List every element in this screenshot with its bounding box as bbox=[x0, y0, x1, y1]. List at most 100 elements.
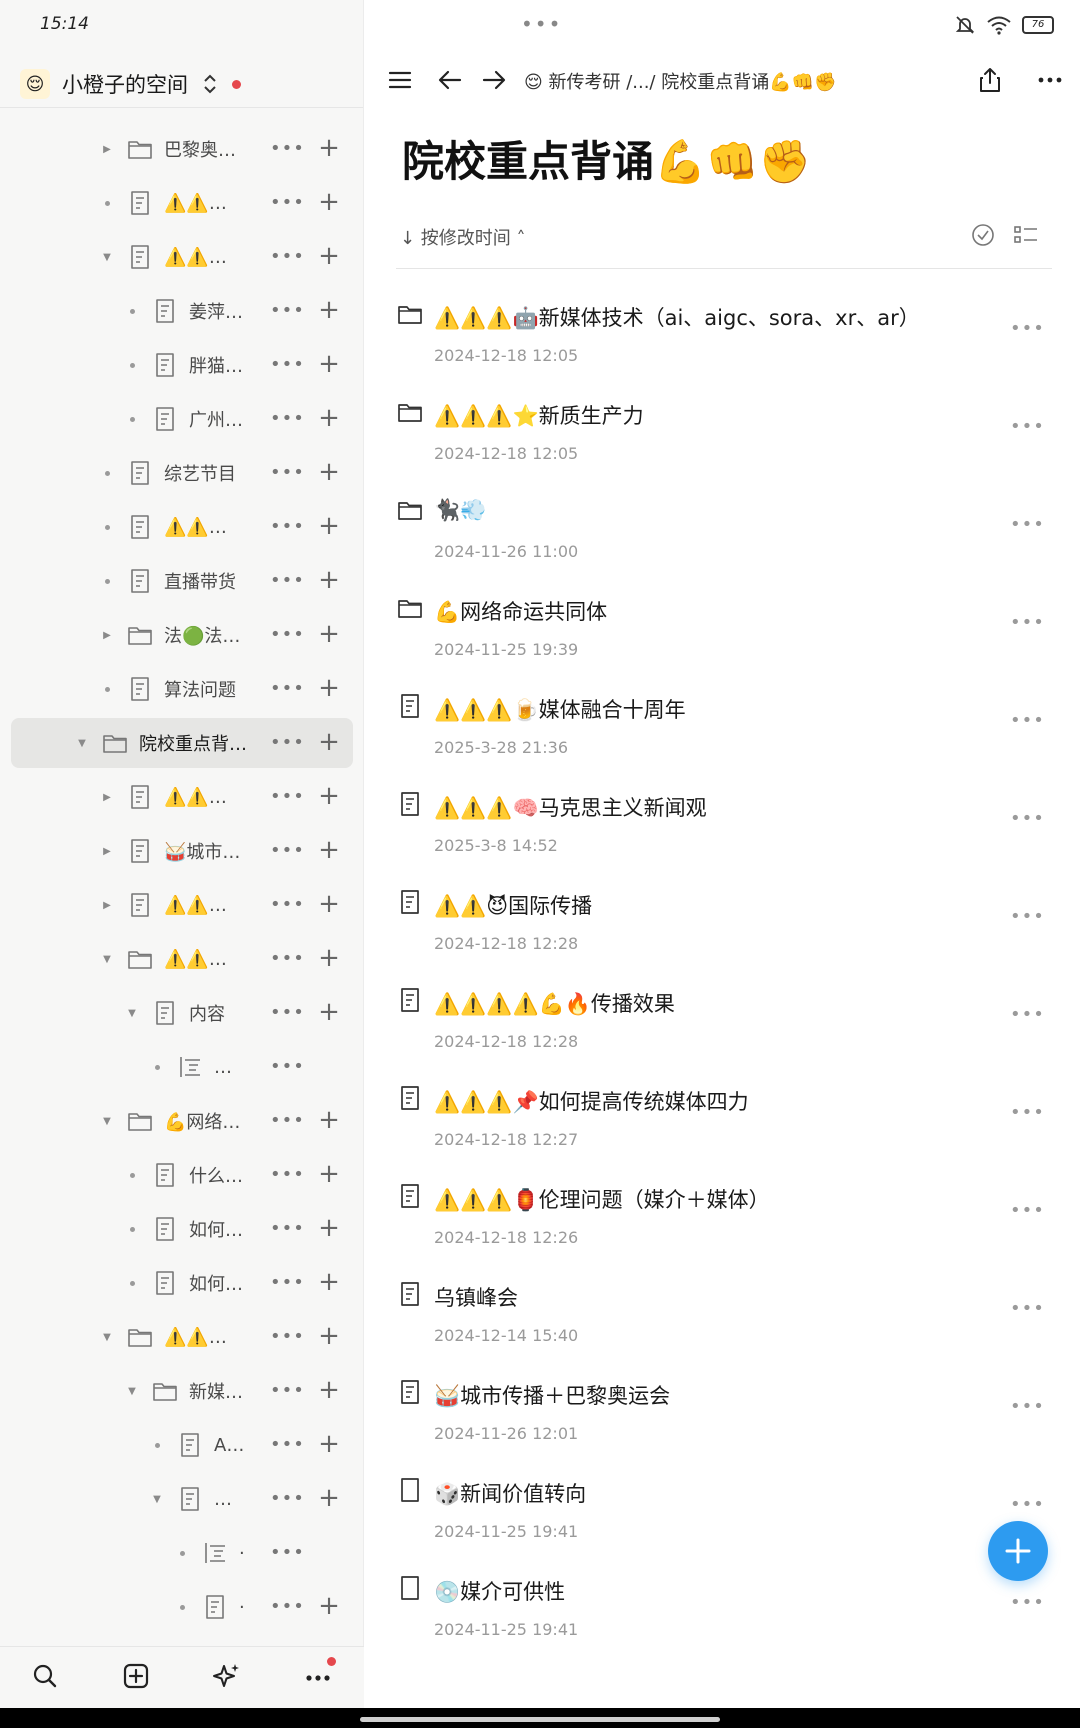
row-more-button[interactable]: ••• bbox=[270, 1488, 305, 1509]
sidebar-tree-item[interactable]: · ••• + bbox=[0, 1580, 364, 1634]
list-item[interactable]: ⚠️⚠️⚠️⚠️💪🔥传播效果 2024-12-18 12:28 ••• bbox=[364, 972, 1080, 1070]
item-more-button[interactable]: ••• bbox=[1010, 808, 1045, 829]
add-child-button[interactable]: + bbox=[318, 242, 340, 272]
list-item[interactable]: 乌镇峰会 2024-12-14 15:40 ••• bbox=[364, 1266, 1080, 1364]
add-child-button[interactable]: + bbox=[318, 404, 340, 434]
row-more-button[interactable]: ••• bbox=[270, 786, 305, 807]
menu-icon[interactable] bbox=[386, 66, 414, 94]
sidebar-tree-item[interactable]: ▶ 巴黎奥… ••• + bbox=[0, 122, 364, 176]
sidebar-tree-item[interactable]: 如何… ••• + bbox=[0, 1202, 364, 1256]
sidebar-tree-item[interactable]: ▼ 新媒… ••• + bbox=[0, 1364, 364, 1418]
add-child-button[interactable]: + bbox=[318, 296, 340, 326]
sidebar-tree-item[interactable]: 广州… ••• + bbox=[0, 392, 364, 446]
sidebar-tree-item[interactable]: · ••• bbox=[0, 1526, 364, 1580]
sidebar-tree-item[interactable]: ▼ ⚠️⚠️… ••• + bbox=[0, 230, 364, 284]
row-more-button[interactable]: ••• bbox=[270, 138, 305, 159]
add-child-button[interactable]: + bbox=[318, 944, 340, 974]
sidebar-tree-item[interactable]: 算法问题 ••• + bbox=[0, 662, 364, 716]
sidebar-tree-item[interactable]: ▼ ⚠️⚠️… ••• + bbox=[0, 1310, 364, 1364]
item-more-button[interactable]: ••• bbox=[1010, 318, 1045, 339]
sidebar-tree-item[interactable]: 姜萍… ••• + bbox=[0, 284, 364, 338]
list-item[interactable]: ⚠️⚠️⚠️🤖新媒体技术（ai、aigc、sora、xr、ar） 2024-12-… bbox=[364, 286, 1080, 384]
add-child-button[interactable]: + bbox=[318, 836, 340, 866]
sidebar-item-selected[interactable]: ▼ 院校重点背… ••• + bbox=[0, 716, 364, 770]
row-more-button[interactable]: ••• bbox=[270, 570, 305, 591]
add-child-button[interactable]: + bbox=[318, 1484, 340, 1514]
add-child-button[interactable]: + bbox=[318, 1322, 340, 1352]
list-item[interactable]: 💪网络命运共同体 2024-11-25 19:39 ••• bbox=[364, 580, 1080, 678]
add-child-button[interactable]: + bbox=[318, 1592, 340, 1622]
list-item[interactable]: ⚠️⚠️⚠️📌如何提高传统媒体四力 2024-12-18 12:27 ••• bbox=[364, 1070, 1080, 1168]
item-more-button[interactable]: ••• bbox=[1010, 1494, 1045, 1515]
row-more-button[interactable]: ••• bbox=[270, 1002, 305, 1023]
row-more-button[interactable]: ••• bbox=[270, 840, 305, 861]
item-more-button[interactable]: ••• bbox=[1010, 1298, 1045, 1319]
row-more-button[interactable]: ••• bbox=[270, 516, 305, 537]
caret-down-icon[interactable]: ▼ bbox=[125, 1384, 139, 1398]
item-more-button[interactable]: ••• bbox=[1010, 612, 1045, 633]
item-more-button[interactable]: ••• bbox=[1010, 1004, 1045, 1025]
sidebar-tree-item[interactable]: ▶ ⚠️⚠️… ••• + bbox=[0, 770, 364, 824]
list-item[interactable]: 🐈‍⬛💨 2024-11-26 11:00 ••• bbox=[364, 482, 1080, 580]
add-child-button[interactable]: + bbox=[318, 1430, 340, 1460]
add-child-button[interactable]: + bbox=[318, 620, 340, 650]
view-mode-icon[interactable] bbox=[1012, 222, 1040, 248]
list-item[interactable]: 💿媒介可供性 2024-11-25 19:41 ••• bbox=[364, 1560, 1080, 1658]
caret-right-icon[interactable]: ▶ bbox=[100, 628, 114, 642]
sidebar-tree-item[interactable]: ▶ 法🟢法… ••• + bbox=[0, 608, 364, 662]
add-child-button[interactable]: + bbox=[318, 1160, 340, 1190]
row-more-button[interactable]: ••• bbox=[270, 300, 305, 321]
breadcrumb[interactable]: 😌 新传考研 /.../ 院校重点背诵💪👊✊ bbox=[524, 68, 836, 94]
sidebar-tree-item[interactable]: ▶ 🥁城市… ••• + bbox=[0, 824, 364, 878]
sidebar-tree-item[interactable]: 如何… ••• + bbox=[0, 1256, 364, 1310]
sort-by-modified-button[interactable]: ↓ 按修改时间 ˄ bbox=[400, 224, 526, 250]
list-item[interactable]: ⚠️⚠️⚠️🏮伦理问题（媒介＋媒体） 2024-12-18 12:26 ••• bbox=[364, 1168, 1080, 1266]
add-child-button[interactable]: + bbox=[318, 458, 340, 488]
list-item[interactable]: ⚠️⚠️😈国际传播 2024-12-18 12:28 ••• bbox=[364, 874, 1080, 972]
sidebar-tree-item[interactable]: 胖猫… ••• + bbox=[0, 338, 364, 392]
caret-down-icon[interactable]: ▼ bbox=[100, 250, 114, 264]
search-icon[interactable] bbox=[30, 1661, 60, 1691]
item-more-button[interactable]: ••• bbox=[1010, 710, 1045, 731]
row-more-button[interactable]: ••• bbox=[270, 1542, 305, 1563]
row-more-button[interactable]: ••• bbox=[270, 246, 305, 267]
row-more-button[interactable]: ••• bbox=[270, 894, 305, 915]
row-more-button[interactable]: ••• bbox=[270, 1272, 305, 1293]
caret-down-icon[interactable]: ▼ bbox=[150, 1492, 164, 1506]
row-more-button[interactable]: ••• bbox=[270, 732, 305, 753]
add-page-button[interactable] bbox=[988, 1521, 1048, 1581]
sidebar-tree-item[interactable]: 什么… ••• + bbox=[0, 1148, 364, 1202]
more-options-icon[interactable] bbox=[1036, 66, 1064, 94]
list-item[interactable]: ⚠️⚠️⚠️🍺媒体融合十周年 2025-3-28 21:36 ••• bbox=[364, 678, 1080, 776]
item-more-button[interactable]: ••• bbox=[1010, 1102, 1045, 1123]
forward-arrow-icon[interactable] bbox=[480, 66, 508, 94]
add-child-button[interactable]: + bbox=[318, 188, 340, 218]
add-child-button[interactable]: + bbox=[318, 728, 340, 758]
add-child-button[interactable]: + bbox=[318, 674, 340, 704]
row-more-button[interactable]: ••• bbox=[270, 1164, 305, 1185]
home-indicator[interactable] bbox=[360, 1717, 720, 1722]
add-child-button[interactable]: + bbox=[318, 134, 340, 164]
add-child-button[interactable]: + bbox=[318, 1106, 340, 1136]
space-switcher[interactable]: 😌 小橙子的空间 bbox=[20, 64, 241, 104]
share-icon[interactable] bbox=[976, 66, 1004, 94]
item-more-button[interactable]: ••• bbox=[1010, 416, 1045, 437]
row-more-button[interactable]: ••• bbox=[270, 1596, 305, 1617]
caret-right-icon[interactable]: ▶ bbox=[100, 898, 114, 912]
caret-down-icon[interactable]: ▼ bbox=[100, 1114, 114, 1128]
item-more-button[interactable]: ••• bbox=[1010, 514, 1045, 535]
caret-down-icon[interactable]: ▼ bbox=[100, 952, 114, 966]
list-item[interactable]: ⚠️⚠️⚠️🧠马克思主义新闻观 2025-3-8 14:52 ••• bbox=[364, 776, 1080, 874]
row-more-button[interactable]: ••• bbox=[270, 1434, 305, 1455]
caret-down-icon[interactable]: ▼ bbox=[100, 1330, 114, 1344]
row-more-button[interactable]: ••• bbox=[270, 1218, 305, 1239]
add-child-button[interactable]: + bbox=[318, 1376, 340, 1406]
caret-right-icon[interactable]: ▶ bbox=[100, 142, 114, 156]
row-more-button[interactable]: ••• bbox=[270, 624, 305, 645]
sidebar-tree-item[interactable]: ▶ ⚠️⚠️… ••• + bbox=[0, 878, 364, 932]
add-child-button[interactable]: + bbox=[318, 998, 340, 1028]
add-child-button[interactable]: + bbox=[318, 1214, 340, 1244]
sidebar-tree-item[interactable]: 直播带货 ••• + bbox=[0, 554, 364, 608]
caret-right-icon[interactable]: ▶ bbox=[100, 844, 114, 858]
row-more-button[interactable]: ••• bbox=[270, 1110, 305, 1131]
